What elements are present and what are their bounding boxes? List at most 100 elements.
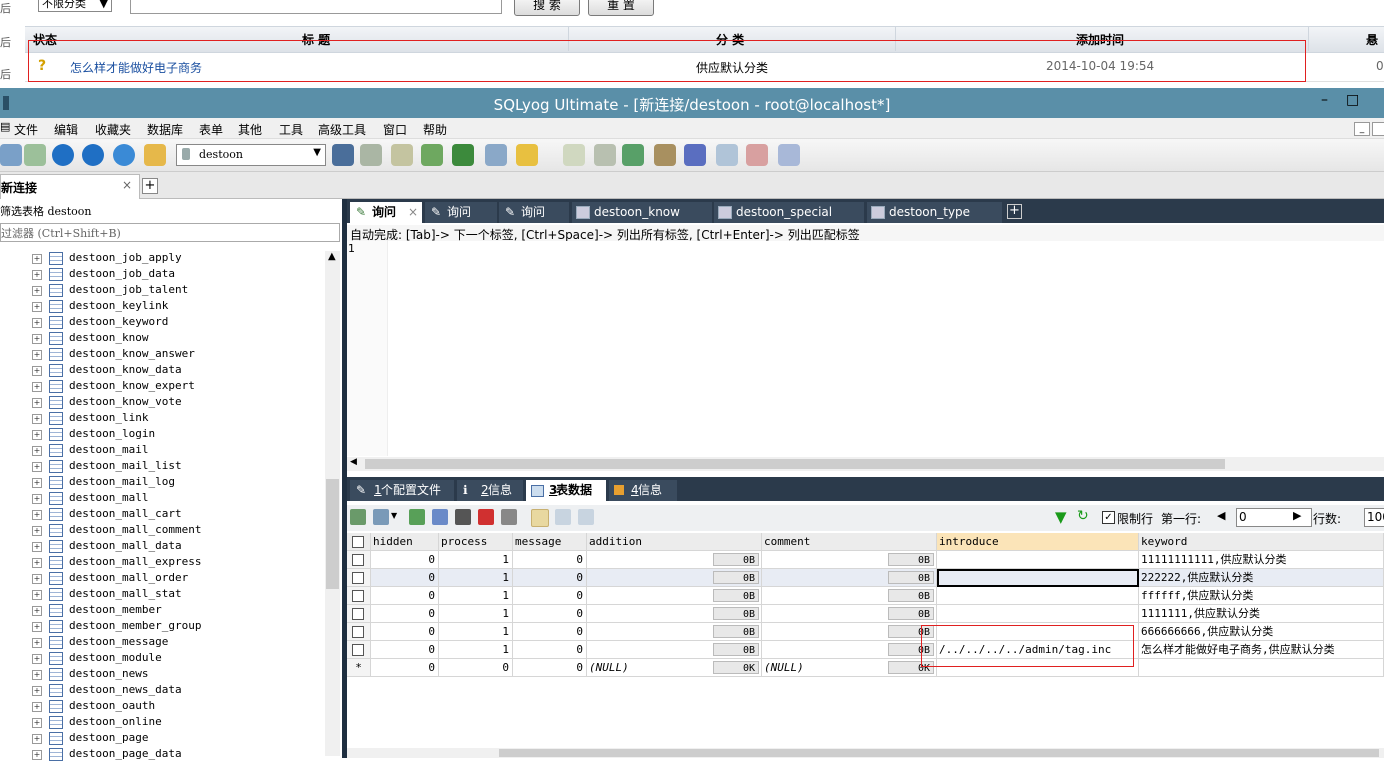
expand-icon[interactable]: +: [32, 462, 42, 472]
cell-process[interactable]: 1: [439, 569, 513, 587]
cell-hidden[interactable]: 0: [371, 623, 439, 641]
save-icon[interactable]: [455, 509, 471, 525]
report-icon[interactable]: [746, 144, 768, 166]
menu-window[interactable]: 窗口: [383, 121, 407, 138]
expand-icon[interactable]: +: [32, 366, 42, 376]
expand-icon[interactable]: +: [32, 606, 42, 616]
cell-comment[interactable]: 0B: [762, 605, 937, 623]
cell-message[interactable]: 0: [513, 587, 587, 605]
refresh-icon[interactable]: [113, 144, 135, 166]
tab-destoon-special[interactable]: destoon_special: [714, 202, 864, 223]
new-cell-addition[interactable]: (NULL) 0K: [587, 659, 762, 677]
expand-icon[interactable]: +: [32, 430, 42, 440]
mdi-restore-button[interactable]: [1372, 122, 1384, 136]
menu-table[interactable]: 表单: [199, 121, 223, 138]
menu-favorites[interactable]: 收藏夹: [95, 121, 131, 138]
cell-hidden[interactable]: 0: [371, 569, 439, 587]
expand-icon[interactable]: +: [32, 446, 42, 456]
blob-size[interactable]: 0B: [713, 643, 759, 656]
expand-icon[interactable]: +: [32, 478, 42, 488]
text-view-icon[interactable]: [578, 509, 594, 525]
tab-table-data[interactable]: 3 表数据: [526, 480, 606, 501]
cell-introduce[interactable]: [937, 605, 1139, 623]
column-header[interactable]: keyword: [1139, 533, 1384, 551]
close-icon[interactable]: ×: [408, 202, 418, 223]
blob-size[interactable]: 0B: [713, 553, 759, 566]
blob-size[interactable]: 0B: [888, 571, 934, 584]
cell-process[interactable]: 1: [439, 551, 513, 569]
schema-designer-icon[interactable]: [516, 144, 538, 166]
user-manager-icon[interactable]: [332, 144, 354, 166]
rows-count-input[interactable]: 1000: [1364, 508, 1384, 527]
expand-icon[interactable]: +: [32, 510, 42, 520]
cell-comment[interactable]: 0B: [762, 623, 937, 641]
cell-addition[interactable]: 0B: [587, 605, 762, 623]
row-checkbox[interactable]: [347, 605, 371, 623]
alter-db-icon[interactable]: [391, 144, 413, 166]
expand-icon[interactable]: +: [32, 750, 42, 760]
expand-icon[interactable]: +: [32, 350, 42, 360]
blob-size[interactable]: 0B: [713, 625, 759, 638]
scheduler-icon[interactable]: [684, 144, 706, 166]
row-checkbox[interactable]: [347, 587, 371, 605]
cell-message[interactable]: 0: [513, 641, 587, 659]
cell-message[interactable]: 0: [513, 623, 587, 641]
cell-introduce[interactable]: [937, 569, 1139, 587]
expand-icon[interactable]: +: [32, 270, 42, 280]
cell-process[interactable]: 1: [439, 605, 513, 623]
grid-hscroll[interactable]: [347, 748, 1384, 758]
reset-button[interactable]: 重 置: [588, 0, 654, 16]
expand-icon[interactable]: +: [32, 494, 42, 504]
blob-size[interactable]: 0B: [713, 607, 759, 620]
menu-database[interactable]: 数据库: [147, 121, 183, 138]
expand-icon[interactable]: +: [32, 542, 42, 552]
cell-introduce[interactable]: [937, 551, 1139, 569]
cell-process[interactable]: 1: [439, 641, 513, 659]
cell-message[interactable]: 0: [513, 551, 587, 569]
query-builder-icon[interactable]: [563, 144, 585, 166]
scrollbar-thumb[interactable]: [326, 479, 339, 589]
notification-icon[interactable]: [716, 144, 738, 166]
app-menu-icon[interactable]: ▤: [0, 120, 10, 133]
search-button[interactable]: 搜 索: [514, 0, 580, 16]
row-checkbox[interactable]: [347, 623, 371, 641]
prev-page-button[interactable]: ◀: [1217, 509, 1225, 522]
column-header[interactable]: introduce: [937, 533, 1139, 551]
next-page-button[interactable]: ▶: [1293, 509, 1301, 522]
expand-icon[interactable]: +: [32, 302, 42, 312]
limit-rows-checkbox[interactable]: ✓: [1102, 511, 1115, 524]
menu-tools[interactable]: 工具: [279, 121, 303, 138]
cell-comment[interactable]: 0B: [762, 587, 937, 605]
new-cell-keyword[interactable]: [1139, 659, 1384, 677]
column-header[interactable]: comment: [762, 533, 937, 551]
search-input[interactable]: [130, 0, 502, 14]
expand-icon[interactable]: +: [32, 558, 42, 568]
cell-addition[interactable]: 0B: [587, 641, 762, 659]
tab-messages[interactable]: ℹ 2 信息: [457, 480, 523, 501]
blob-size[interactable]: 0B: [888, 589, 934, 602]
refresh-icon[interactable]: ↻: [1077, 508, 1089, 524]
cell-keyword[interactable]: 666666666,供应默认分类: [1139, 623, 1384, 641]
form-view-icon[interactable]: [555, 509, 571, 525]
expand-icon[interactable]: +: [32, 526, 42, 536]
new-cell-comment[interactable]: (NULL) 0K: [762, 659, 937, 677]
cell-hidden[interactable]: 0: [371, 587, 439, 605]
column-header[interactable]: hidden: [371, 533, 439, 551]
menu-other[interactable]: 其他: [238, 121, 262, 138]
connection-tab[interactable]: 新连接 ×: [0, 174, 140, 199]
menu-advanced-tools[interactable]: 高级工具: [318, 121, 366, 138]
select-all-checkbox[interactable]: [347, 533, 371, 551]
expand-icon[interactable]: +: [32, 254, 42, 264]
menu-help[interactable]: 帮助: [423, 121, 447, 138]
scrollbar-thumb[interactable]: [365, 459, 1225, 469]
database-select[interactable]: destoon ▼: [176, 144, 326, 166]
schema-icon[interactable]: [144, 144, 166, 166]
schema-sync-icon[interactable]: [622, 144, 644, 166]
expand-icon[interactable]: +: [32, 654, 42, 664]
create-db-icon[interactable]: [360, 144, 382, 166]
add-tab-button[interactable]: +: [142, 178, 158, 194]
menu-edit[interactable]: 编辑: [54, 121, 78, 138]
cell-introduce[interactable]: [937, 587, 1139, 605]
expand-icon[interactable]: +: [32, 574, 42, 584]
blob-size[interactable]: 0B: [888, 607, 934, 620]
